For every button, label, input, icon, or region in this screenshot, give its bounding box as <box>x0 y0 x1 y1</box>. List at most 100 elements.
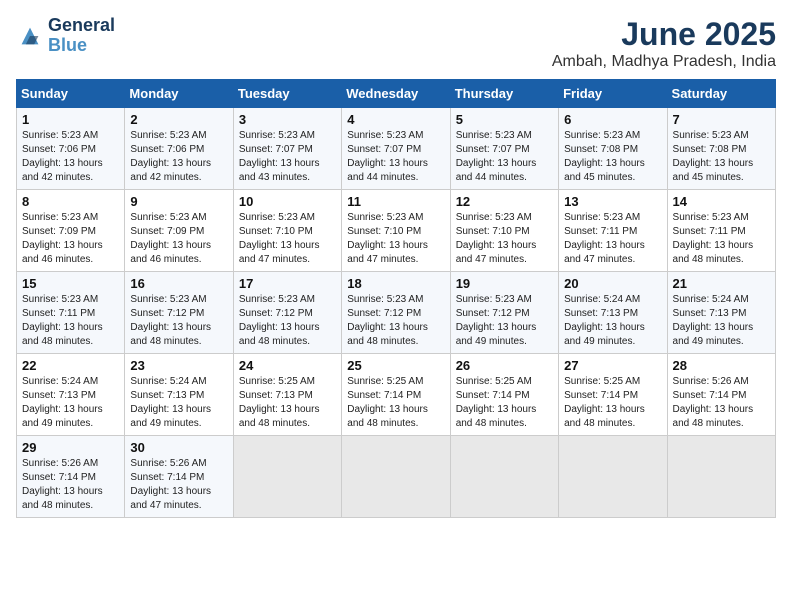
calendar-cell: 13 Sunrise: 5:23 AM Sunset: 7:11 PM Dayli… <box>559 190 667 272</box>
day-number: 19 <box>456 276 553 291</box>
cell-info: Sunrise: 5:24 AM Sunset: 7:13 PM Dayligh… <box>22 375 119 431</box>
calendar-cell <box>559 436 667 518</box>
cell-info: Sunrise: 5:23 AM Sunset: 7:07 PM Dayligh… <box>347 129 444 185</box>
calendar-cell: 4 Sunrise: 5:23 AM Sunset: 7:07 PM Daylig… <box>342 108 450 190</box>
cell-info: Sunrise: 5:23 AM Sunset: 7:11 PM Dayligh… <box>673 211 770 267</box>
cell-info: Sunrise: 5:25 AM Sunset: 7:14 PM Dayligh… <box>456 375 553 431</box>
calendar-subtitle: Ambah, Madhya Pradesh, India <box>552 53 776 71</box>
calendar-cell: 28 Sunrise: 5:26 AM Sunset: 7:14 PM Dayli… <box>667 354 775 436</box>
cell-info: Sunrise: 5:23 AM Sunset: 7:10 PM Dayligh… <box>347 211 444 267</box>
cell-info: Sunrise: 5:23 AM Sunset: 7:11 PM Dayligh… <box>564 211 661 267</box>
cell-info: Sunrise: 5:23 AM Sunset: 7:07 PM Dayligh… <box>239 129 336 185</box>
day-number: 20 <box>564 276 661 291</box>
calendar-cell: 10 Sunrise: 5:23 AM Sunset: 7:10 PM Dayli… <box>233 190 341 272</box>
day-number: 9 <box>130 194 227 209</box>
calendar-cell: 15Sunrise: 5:23 AM Sunset: 7:11 PM Dayli… <box>17 272 125 354</box>
calendar-cell: 9Sunrise: 5:23 AM Sunset: 7:09 PM Daylig… <box>125 190 233 272</box>
day-number: 26 <box>456 358 553 373</box>
calendar-title: June 2025 <box>552 16 776 53</box>
day-number: 13 <box>564 194 661 209</box>
day-number: 24 <box>239 358 336 373</box>
calendar-cell: 23 Sunrise: 5:24 AM Sunset: 7:13 PM Dayli… <box>125 354 233 436</box>
calendar-table: SundayMondayTuesdayWednesdayThursdayFrid… <box>16 79 776 518</box>
calendar-cell: 16Sunrise: 5:23 AM Sunset: 7:12 PM Dayli… <box>125 272 233 354</box>
cell-info: Sunrise: 5:23 AM Sunset: 7:06 PM Dayligh… <box>22 129 119 185</box>
cell-info: Sunrise: 5:23 AM Sunset: 7:09 PM Dayligh… <box>22 211 119 267</box>
day-number: 18 <box>347 276 444 291</box>
cell-info: Sunrise: 5:23 AM Sunset: 7:12 PM Dayligh… <box>347 293 444 349</box>
cell-info: Sunrise: 5:25 AM Sunset: 7:14 PM Dayligh… <box>347 375 444 431</box>
cell-info: Sunrise: 5:25 AM Sunset: 7:13 PM Dayligh… <box>239 375 336 431</box>
day-number: 1 <box>22 112 119 127</box>
cell-info: Sunrise: 5:23 AM Sunset: 7:06 PM Dayligh… <box>130 129 227 185</box>
header-cell-tuesday: Tuesday <box>233 80 341 108</box>
day-number: 6 <box>564 112 661 127</box>
day-number: 17 <box>239 276 336 291</box>
calendar-cell <box>667 436 775 518</box>
calendar-cell <box>450 436 558 518</box>
logo-text: General Blue <box>48 16 115 56</box>
calendar-cell: 19 Sunrise: 5:23 AM Sunset: 7:12 PM Dayli… <box>450 272 558 354</box>
cell-info: Sunrise: 5:24 AM Sunset: 7:13 PM Dayligh… <box>130 375 227 431</box>
calendar-cell: 6Sunrise: 5:23 AM Sunset: 7:08 PM Daylig… <box>559 108 667 190</box>
cell-info: Sunrise: 5:24 AM Sunset: 7:13 PM Dayligh… <box>673 293 770 349</box>
day-number: 30 <box>130 440 227 455</box>
header-cell-monday: Monday <box>125 80 233 108</box>
week-row-2: 8 Sunrise: 5:23 AM Sunset: 7:09 PM Daylig… <box>17 190 776 272</box>
calendar-cell <box>342 436 450 518</box>
header-cell-thursday: Thursday <box>450 80 558 108</box>
calendar-cell: 14 Sunrise: 5:23 AM Sunset: 7:11 PM Dayli… <box>667 190 775 272</box>
calendar-cell: 5 Sunrise: 5:23 AM Sunset: 7:07 PM Daylig… <box>450 108 558 190</box>
calendar-cell: 21 Sunrise: 5:24 AM Sunset: 7:13 PM Dayli… <box>667 272 775 354</box>
cell-info: Sunrise: 5:23 AM Sunset: 7:12 PM Dayligh… <box>239 293 336 349</box>
calendar-cell: 12 Sunrise: 5:23 AM Sunset: 7:10 PM Dayli… <box>450 190 558 272</box>
day-number: 10 <box>239 194 336 209</box>
header: General Blue June 2025 Ambah, Madhya Pra… <box>16 16 776 71</box>
header-cell-sunday: Sunday <box>17 80 125 108</box>
calendar-cell: 3 Sunrise: 5:23 AM Sunset: 7:07 PM Daylig… <box>233 108 341 190</box>
logo-icon <box>16 22 44 50</box>
calendar-cell: 18 Sunrise: 5:23 AM Sunset: 7:12 PM Dayli… <box>342 272 450 354</box>
day-number: 14 <box>673 194 770 209</box>
header-row: SundayMondayTuesdayWednesdayThursdayFrid… <box>17 80 776 108</box>
calendar-cell: 25 Sunrise: 5:25 AM Sunset: 7:14 PM Dayli… <box>342 354 450 436</box>
calendar-cell: 11 Sunrise: 5:23 AM Sunset: 7:10 PM Dayli… <box>342 190 450 272</box>
logo: General Blue <box>16 16 115 56</box>
day-number: 3 <box>239 112 336 127</box>
cell-info: Sunrise: 5:23 AM Sunset: 7:10 PM Dayligh… <box>456 211 553 267</box>
cell-info: Sunrise: 5:23 AM Sunset: 7:10 PM Dayligh… <box>239 211 336 267</box>
day-number: 28 <box>673 358 770 373</box>
week-row-4: 22 Sunrise: 5:24 AM Sunset: 7:13 PM Dayli… <box>17 354 776 436</box>
day-number: 25 <box>347 358 444 373</box>
cell-info: Sunrise: 5:23 AM Sunset: 7:12 PM Dayligh… <box>456 293 553 349</box>
cell-info: Sunrise: 5:26 AM Sunset: 7:14 PM Dayligh… <box>673 375 770 431</box>
logo-line1: General <box>48 16 115 36</box>
day-number: 12 <box>456 194 553 209</box>
day-number: 23 <box>130 358 227 373</box>
cell-info: Sunrise: 5:23 AM Sunset: 7:12 PM Dayligh… <box>130 293 227 349</box>
day-number: 27 <box>564 358 661 373</box>
day-number: 8 <box>22 194 119 209</box>
calendar-cell: 26 Sunrise: 5:25 AM Sunset: 7:14 PM Dayli… <box>450 354 558 436</box>
cell-info: Sunrise: 5:23 AM Sunset: 7:11 PM Dayligh… <box>22 293 119 349</box>
week-row-3: 15Sunrise: 5:23 AM Sunset: 7:11 PM Dayli… <box>17 272 776 354</box>
day-number: 7 <box>673 112 770 127</box>
calendar-cell: 27 Sunrise: 5:25 AM Sunset: 7:14 PM Dayli… <box>559 354 667 436</box>
calendar-cell: 22 Sunrise: 5:24 AM Sunset: 7:13 PM Dayli… <box>17 354 125 436</box>
day-number: 4 <box>347 112 444 127</box>
day-number: 11 <box>347 194 444 209</box>
week-row-5: 29Sunrise: 5:26 AM Sunset: 7:14 PM Dayli… <box>17 436 776 518</box>
header-cell-friday: Friday <box>559 80 667 108</box>
cell-info: Sunrise: 5:23 AM Sunset: 7:08 PM Dayligh… <box>673 129 770 185</box>
day-number: 21 <box>673 276 770 291</box>
calendar-cell <box>233 436 341 518</box>
title-area: June 2025 Ambah, Madhya Pradesh, India <box>552 16 776 71</box>
cell-info: Sunrise: 5:23 AM Sunset: 7:07 PM Dayligh… <box>456 129 553 185</box>
calendar-cell: 2 Sunrise: 5:23 AM Sunset: 7:06 PM Daylig… <box>125 108 233 190</box>
calendar-cell: 24 Sunrise: 5:25 AM Sunset: 7:13 PM Dayli… <box>233 354 341 436</box>
header-cell-wednesday: Wednesday <box>342 80 450 108</box>
day-number: 2 <box>130 112 227 127</box>
day-number: 5 <box>456 112 553 127</box>
day-number: 22 <box>22 358 119 373</box>
cell-info: Sunrise: 5:25 AM Sunset: 7:14 PM Dayligh… <box>564 375 661 431</box>
